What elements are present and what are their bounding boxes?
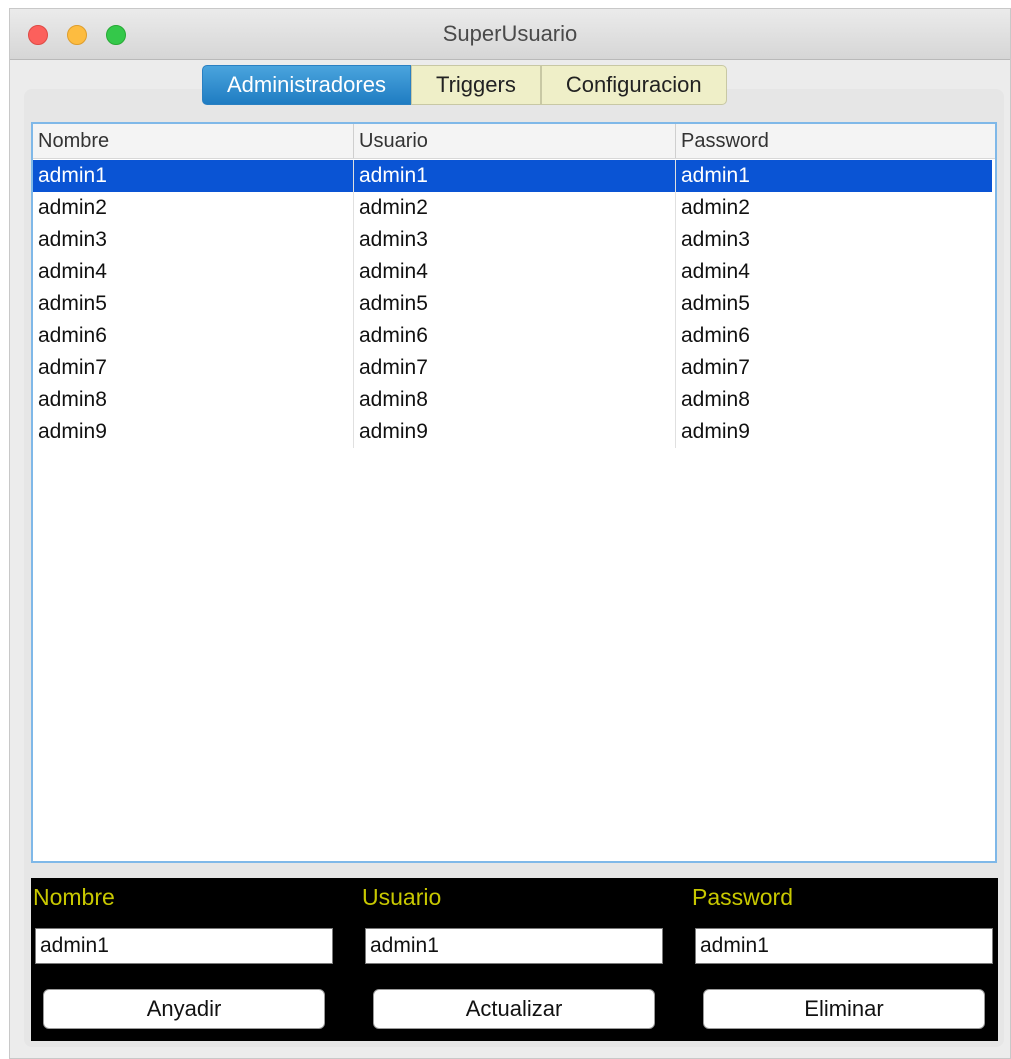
table-row[interactable]: admin3 admin3 admin3 — [33, 224, 992, 256]
cell-nombre: admin3 — [38, 228, 107, 251]
column-header-nombre[interactable]: Nombre — [33, 124, 353, 158]
cell-usuario: admin2 — [353, 192, 675, 224]
usuario-label: Usuario — [362, 884, 442, 910]
table-row[interactable]: admin4 admin4 admin4 — [33, 256, 992, 288]
table-row[interactable]: admin5 admin5 admin5 — [33, 288, 992, 320]
tab-triggers[interactable]: Triggers — [410, 65, 541, 105]
cell-nombre: admin2 — [38, 196, 107, 219]
cell-nombre: admin8 — [38, 388, 107, 411]
table-row[interactable]: admin7 admin7 admin7 — [33, 352, 992, 384]
table-row[interactable]: admin9 admin9 admin9 — [33, 416, 992, 448]
cell-password: admin4 — [675, 256, 995, 288]
cell-nombre: admin5 — [38, 292, 107, 315]
nombre-input[interactable] — [35, 928, 333, 964]
cell-password: admin8 — [675, 384, 995, 416]
cell-usuario: admin9 — [353, 416, 675, 448]
column-header-usuario[interactable]: Usuario — [353, 124, 675, 158]
table-row[interactable]: admin2 admin2 admin2 — [33, 192, 992, 224]
app-window: SuperUsuario Administradores Triggers Co… — [9, 8, 1011, 1059]
cell-password: admin1 — [675, 160, 995, 192]
cell-nombre: admin7 — [38, 356, 107, 379]
table-row[interactable]: admin8 admin8 admin8 — [33, 384, 992, 416]
cell-nombre: admin4 — [38, 260, 107, 283]
cell-password: admin2 — [675, 192, 995, 224]
admin-table: Nombre Usuario Password admin1 admin1 admi… — [31, 122, 997, 863]
add-button[interactable]: Anyadir — [43, 989, 325, 1029]
cell-usuario: admin3 — [353, 224, 675, 256]
edit-form: Nombre Usuario Password Anyadir Actualiz… — [31, 878, 998, 1041]
cell-usuario: admin7 — [353, 352, 675, 384]
cell-nombre: admin6 — [38, 324, 107, 347]
update-button[interactable]: Actualizar — [373, 989, 655, 1029]
password-input[interactable] — [695, 928, 993, 964]
cell-usuario: admin6 — [353, 320, 675, 352]
cell-usuario: admin5 — [353, 288, 675, 320]
column-header-password[interactable]: Password — [675, 124, 995, 158]
table-row[interactable]: admin1 admin1 admin1 — [33, 160, 992, 192]
cell-usuario: admin1 — [353, 160, 675, 192]
table-row[interactable]: admin6 admin6 admin6 — [33, 320, 992, 352]
cell-usuario: admin4 — [353, 256, 675, 288]
tab-bar: Administradores Triggers Configuracion — [202, 65, 727, 105]
table-header: Nombre Usuario Password — [33, 124, 995, 159]
tab-administradores[interactable]: Administradores — [202, 65, 411, 105]
cell-password: admin9 — [675, 416, 995, 448]
password-label: Password — [692, 884, 793, 910]
cell-password: admin5 — [675, 288, 995, 320]
delete-button[interactable]: Eliminar — [703, 989, 985, 1029]
usuario-input[interactable] — [365, 928, 663, 964]
cell-nombre: admin9 — [38, 420, 107, 443]
tab-configuracion[interactable]: Configuracion — [540, 65, 727, 105]
cell-password: admin6 — [675, 320, 995, 352]
title-bar[interactable]: SuperUsuario — [10, 9, 1010, 60]
cell-password: admin3 — [675, 224, 995, 256]
nombre-label: Nombre — [33, 884, 115, 910]
cell-nombre: admin1 — [38, 164, 107, 187]
window-title: SuperUsuario — [442, 21, 578, 46]
cell-usuario: admin8 — [353, 384, 675, 416]
cell-password: admin7 — [675, 352, 995, 384]
